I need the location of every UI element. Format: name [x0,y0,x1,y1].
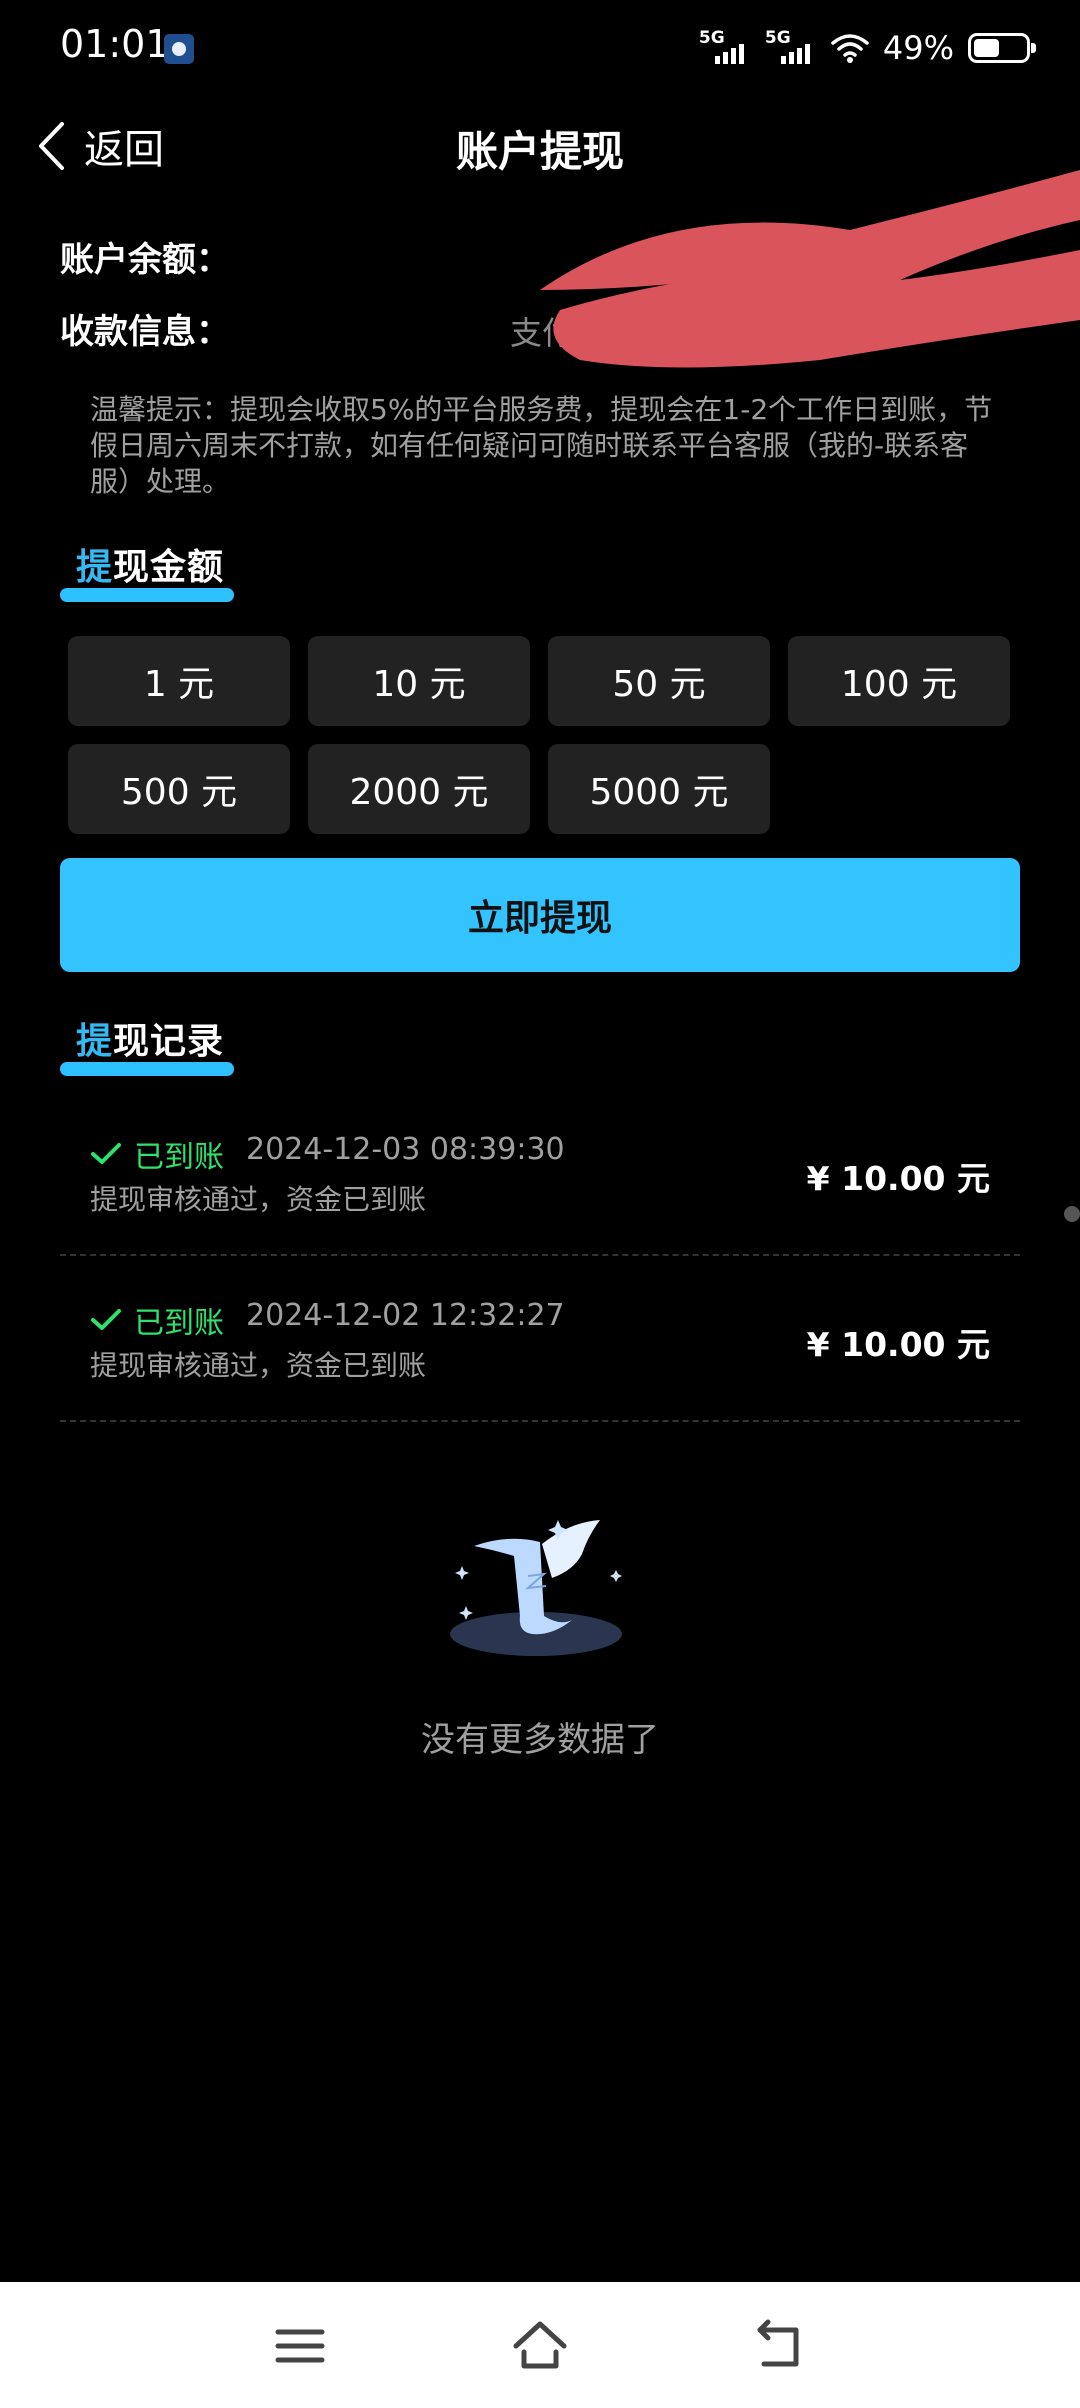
app-notification-icon [164,34,194,64]
record-time: 2024-12-03 08:39:30 [246,1132,565,1167]
amount-option[interactable]: 1 元 [68,636,290,726]
amount-options: 1 元 10 元 50 元 100 元 500 元 2000 元 5000 元 [68,636,1012,834]
amount-title-rest: 现金额 [113,547,225,588]
record-desc: 提现审核通过，资金已到账 [90,1183,427,1216]
amount-section-header: 提现金额 [60,538,234,602]
withdraw-records: 已到账 2024-12-03 08:39:30 提现审核通过，资金已到账 ¥ 1… [60,1090,1020,1422]
check-icon [91,1309,121,1330]
system-nav-bar [0,2282,1080,2408]
empty-state-illustration [450,1520,622,1656]
record-status: 已到账 [90,1298,224,1342]
record-amount: ¥ 10.00 元 [806,1159,990,1198]
record-status-text: 已到账 [134,1140,224,1175]
balance-label: 账户余额： [60,240,230,280]
record-status-text: 已到账 [134,1306,224,1341]
amount-option[interactable]: 10 元 [308,636,530,726]
back-nav-icon[interactable] [750,2316,810,2376]
record-title-rest: 现记录 [113,1021,225,1062]
record-status: 已到账 [90,1132,224,1176]
record-section-header: 提现记录 [60,1012,234,1076]
home-icon[interactable] [510,2316,570,2376]
amount-title-first-char: 提 [76,547,114,588]
wifi-icon [831,34,869,63]
status-time: 01:01 [60,22,170,66]
amount-section-title: 提现金额 [76,538,224,590]
scroll-indicator [1064,1206,1080,1222]
withdraw-page: 01:01 5G 5G 49% 返回 账户提现 账户余额： 收款信息： 温馨提示… [0,0,1080,2408]
status-indicators: 5G 5G 49% [699,26,1036,70]
battery-icon [968,33,1036,63]
payment-label: 收款信息： [60,312,230,352]
cellular-signal-1-icon: 5G [699,28,751,66]
redaction-overlay [540,170,1080,368]
amount-option[interactable]: 5000 元 [548,744,770,834]
amount-option[interactable]: 50 元 [548,636,770,726]
warm-tip: 温馨提示：提现会收取5%的平台服务费，提现会在1-2个工作日到账，节假日周六周末… [90,393,993,498]
record-time: 2024-12-02 12:32:27 [246,1298,565,1333]
record-amount: ¥ 10.00 元 [806,1325,990,1364]
record-item[interactable]: 已到账 2024-12-03 08:39:30 提现审核通过，资金已到账 ¥ 1… [60,1090,1020,1256]
no-more-data-text: 没有更多数据了 [421,1720,659,1760]
amount-option[interactable]: 500 元 [68,744,290,834]
record-item[interactable]: 已到账 2024-12-02 12:32:27 提现审核通过，资金已到账 ¥ 1… [60,1256,1020,1422]
withdraw-now-button[interactable]: 立即提现 [60,858,1020,972]
battery-fill [974,39,999,57]
status-bar: 01:01 5G 5G 49% [0,0,1080,96]
record-desc: 提现审核通过，资金已到账 [90,1349,427,1382]
record-section-underline [60,1062,234,1076]
check-icon [91,1143,121,1164]
menu-icon[interactable] [270,2316,330,2376]
cellular-signal-2-icon: 5G [765,28,817,66]
battery-percent: 49% [882,29,954,67]
amount-section-underline [60,588,234,602]
record-section-title: 提现记录 [76,1012,224,1064]
record-title-first-char: 提 [76,1021,114,1062]
amount-option[interactable]: 2000 元 [308,744,530,834]
amount-option[interactable]: 100 元 [788,636,1010,726]
